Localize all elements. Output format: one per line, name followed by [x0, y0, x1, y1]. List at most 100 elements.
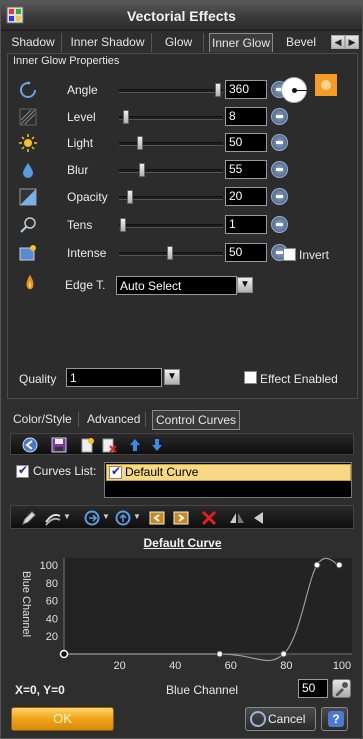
- light-slider-thumb[interactable]: [137, 136, 143, 150]
- flip-vertical-icon[interactable]: [251, 510, 267, 526]
- tab-advanced[interactable]: Advanced: [87, 410, 140, 430]
- blur-reset-icon[interactable]: [271, 161, 288, 178]
- curves-list-checkbox[interactable]: [16, 463, 29, 478]
- clear-icon[interactable]: [201, 510, 217, 526]
- blur-slider[interactable]: [119, 163, 223, 177]
- tab-inner-shadow[interactable]: Inner Shadow: [64, 33, 152, 52]
- zoom-input[interactable]: 50: [298, 679, 328, 698]
- light-input[interactable]: 50: [225, 133, 267, 152]
- level-icon: [19, 108, 37, 126]
- opacity-reset-icon[interactable]: [271, 188, 288, 205]
- tab-inner-glow[interactable]: Inner Glow: [209, 33, 273, 52]
- light-slider[interactable]: [119, 136, 223, 150]
- intense-slider-thumb[interactable]: [167, 246, 173, 260]
- cancel-label: Cancel: [268, 712, 306, 726]
- angle-slider[interactable]: [119, 83, 223, 97]
- tab-control-curves[interactable]: Control Curves: [152, 410, 241, 430]
- level-slider-thumb[interactable]: [123, 110, 129, 124]
- opacity-slider[interactable]: [119, 190, 223, 204]
- delete-curve-icon[interactable]: [101, 437, 117, 453]
- angle-slider-thumb[interactable]: [215, 83, 221, 97]
- angle-input[interactable]: 360: [225, 80, 267, 99]
- rotate-up-icon[interactable]: [115, 510, 131, 526]
- quality-select[interactable]: 1: [66, 368, 162, 387]
- flip-horizontal-icon[interactable]: [229, 510, 245, 526]
- blur-input[interactable]: 55: [225, 160, 267, 179]
- invert-checkbox[interactable]: [283, 248, 296, 261]
- tab-divider: [145, 412, 146, 427]
- back-icon[interactable]: [22, 437, 38, 453]
- tens-slider[interactable]: [119, 218, 223, 232]
- dial-needle: [295, 90, 307, 91]
- level-slider[interactable]: [119, 110, 223, 124]
- quality-label: Quality: [19, 372, 57, 386]
- save-icon[interactable]: [51, 437, 67, 453]
- curve-style-dropdown-icon[interactable]: ▼: [63, 512, 71, 521]
- x-tick-label: 80: [280, 660, 292, 672]
- opacity-input[interactable]: 20: [225, 187, 267, 206]
- cancel-button[interactable]: Cancel: [245, 707, 316, 731]
- tab-divider: [78, 412, 79, 427]
- rotate-up-dropdown-icon[interactable]: ▼: [133, 512, 141, 521]
- eyedropper-glyph: [336, 682, 348, 696]
- align-left-icon[interactable]: [149, 510, 165, 526]
- tens-slider-thumb[interactable]: [120, 218, 126, 232]
- tab-bevel[interactable]: Bevel: [281, 33, 321, 52]
- light-label: Light: [67, 136, 94, 150]
- title-bar[interactable]: Vectorial Effects: [1, 1, 362, 31]
- x-tick-label: 100: [333, 660, 351, 672]
- intense-icon: [19, 245, 36, 261]
- tens-label: Tens: [67, 218, 93, 232]
- intense-input[interactable]: 50: [225, 243, 267, 262]
- blur-label: Blur: [67, 163, 89, 177]
- opacity-slider-thumb[interactable]: [127, 190, 133, 204]
- tab-scroll-right-icon[interactable]: ▶: [345, 35, 359, 49]
- tens-input[interactable]: 1: [225, 215, 267, 234]
- light-reset-icon[interactable]: [271, 134, 288, 151]
- curve-control-point[interactable]: [313, 561, 321, 569]
- curve-control-point[interactable]: [335, 561, 343, 569]
- eyedropper-icon[interactable]: [332, 679, 351, 698]
- new-curve-icon[interactable]: [79, 437, 95, 453]
- curve-chart[interactable]: 20 40 60 80 100 20 40 60 80 100 Blue Channel: [1, 549, 363, 679]
- curve-control-point[interactable]: [59, 649, 69, 659]
- help-button[interactable]: ?: [321, 707, 348, 731]
- level-label: Level: [67, 110, 96, 124]
- curve-style-icon[interactable]: [45, 510, 61, 526]
- tens-reset-icon[interactable]: [271, 216, 288, 233]
- blur-slider-thumb[interactable]: [139, 163, 145, 177]
- color-preview-icon[interactable]: [315, 74, 337, 96]
- curves-list[interactable]: Default Curve: [104, 462, 352, 498]
- move-down-icon[interactable]: [149, 437, 165, 453]
- x-tick-label: 40: [169, 660, 181, 672]
- level-input[interactable]: 8: [225, 107, 267, 126]
- tab-color-style[interactable]: Color/Style: [13, 410, 72, 430]
- intense-slider[interactable]: [119, 246, 223, 260]
- edge-icon: [26, 275, 34, 290]
- chart-y-ticks: 20 40 60 80 100: [40, 560, 58, 643]
- curve-control-point[interactable]: [280, 650, 288, 658]
- property-row-blur: Blur 55: [15, 159, 355, 181]
- tab-shadow[interactable]: Shadow: [5, 33, 62, 52]
- effect-enabled-checkbox[interactable]: [244, 371, 257, 384]
- edge-select[interactable]: Auto Select: [116, 276, 237, 295]
- pen-edit-icon[interactable]: [21, 510, 37, 526]
- chart-plot-area[interactable]: [64, 558, 352, 654]
- angle-dial[interactable]: [281, 77, 307, 103]
- x-tick-label: 20: [113, 660, 125, 672]
- tab-glow[interactable]: Glow: [154, 33, 204, 52]
- move-up-icon[interactable]: [127, 437, 143, 453]
- ok-button[interactable]: OK: [11, 707, 114, 731]
- quality-dropdown-icon[interactable]: ▼: [164, 369, 180, 385]
- curve-control-point[interactable]: [216, 650, 224, 658]
- tab-scroll-left-icon[interactable]: ◀: [331, 35, 345, 49]
- align-right-icon[interactable]: [173, 510, 189, 526]
- edge-dropdown-icon[interactable]: ▼: [237, 277, 253, 293]
- curve-item-checkbox[interactable]: [109, 464, 122, 479]
- level-reset-icon[interactable]: [271, 108, 288, 125]
- rotate-dropdown-icon[interactable]: ▼: [102, 512, 110, 521]
- rotate-right-icon[interactable]: [84, 510, 100, 526]
- list-item[interactable]: Default Curve: [106, 464, 351, 481]
- angle-label: Angle: [67, 83, 98, 97]
- coords-readout: X=0, Y=0: [15, 683, 65, 697]
